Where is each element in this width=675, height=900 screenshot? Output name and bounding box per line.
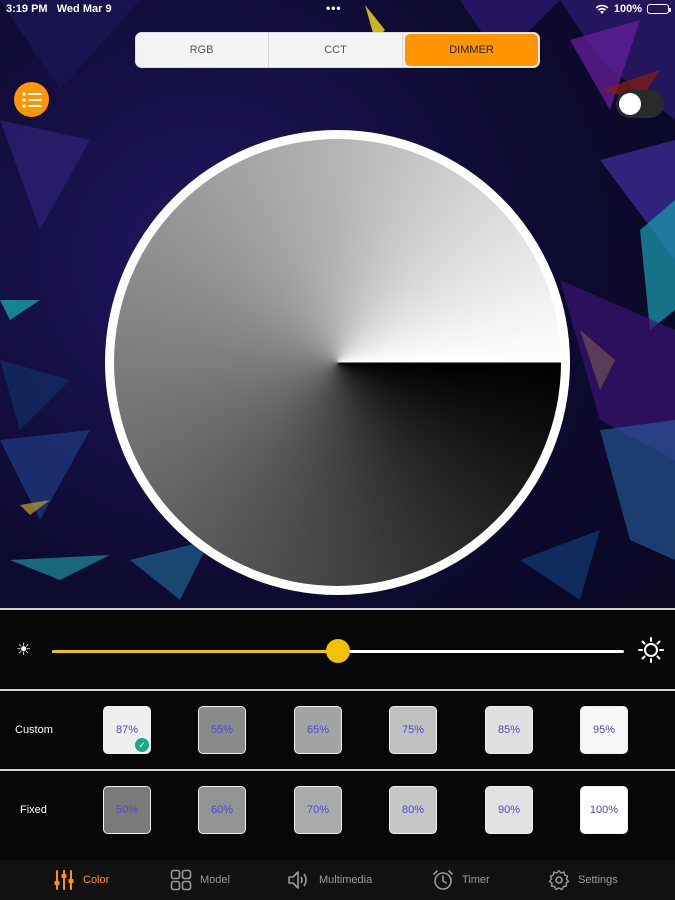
custom-swatch-6[interactable]: 95% — [580, 706, 628, 754]
sliders-icon — [54, 870, 74, 890]
swatch-label: 80% — [401, 804, 425, 816]
status-time: 3:19 PM Wed Mar 9 — [6, 3, 112, 15]
list-icon — [21, 91, 42, 108]
fixed-swatch-100[interactable]: 100% — [580, 786, 628, 834]
brightness-low-icon: ☀ — [16, 640, 32, 659]
swatch-label: 65% — [306, 724, 330, 736]
custom-swatch-3[interactable]: 65% — [294, 706, 342, 754]
custom-row-label: Custom — [15, 724, 53, 736]
swatch-label: 95% — [592, 724, 616, 736]
dimmer-wheel-ring — [105, 130, 570, 595]
divider-slider — [0, 689, 675, 691]
power-toggle[interactable] — [616, 90, 664, 118]
brightness-slider-thumb[interactable] — [326, 639, 350, 663]
tab-cct[interactable]: CCT — [269, 32, 403, 68]
swatch-label: 50% — [115, 804, 139, 816]
tab-color-label: Color — [83, 874, 110, 886]
fixed-swatch-80[interactable]: 80% — [389, 786, 437, 834]
custom-swatch-4[interactable]: 75% — [389, 706, 437, 754]
status-right: 100% — [595, 3, 671, 15]
battery-icon — [647, 4, 671, 14]
tab-model-label: Model — [200, 874, 230, 886]
fixed-swatch-70[interactable]: 70% — [294, 786, 342, 834]
swatch-label: 85% — [497, 724, 521, 736]
speaker-icon — [288, 871, 307, 889]
tab-settings-label: Settings — [578, 874, 618, 886]
dimmer-wheel[interactable] — [114, 139, 561, 586]
swatch-label: 87% — [115, 724, 139, 736]
mode-segmented-control: RGB CCT DIMMER — [135, 32, 540, 68]
tab-color[interactable]: Color — [53, 860, 109, 900]
tab-rgb[interactable]: RGB — [135, 32, 269, 68]
brightness-slider-fill — [52, 650, 338, 653]
grid-icon — [170, 869, 192, 891]
status-bar: 3:19 PM Wed Mar 9 ••• 100% — [0, 0, 675, 18]
fixed-swatch-90[interactable]: 90% — [485, 786, 533, 834]
fixed-swatch-60[interactable]: 60% — [198, 786, 246, 834]
multitasking-dots[interactable]: ••• — [326, 1, 342, 15]
status-clock: 3:19 PM — [6, 3, 48, 15]
divider-rows — [0, 769, 675, 771]
swatch-label: 75% — [401, 724, 425, 736]
tab-timer-label: Timer — [462, 874, 490, 886]
tab-settings[interactable]: Settings — [548, 860, 618, 900]
brightness-high-icon — [638, 637, 664, 663]
toggle-knob — [619, 93, 641, 115]
swatch-label: 55% — [210, 724, 234, 736]
swatch-label: 90% — [497, 804, 521, 816]
battery-percent: 100% — [613, 3, 642, 15]
swatch-label: 100% — [589, 804, 619, 816]
check-icon: ✓ — [135, 738, 149, 752]
tab-multimedia[interactable]: Multimedia — [287, 860, 372, 900]
divider-top — [0, 608, 675, 610]
status-date: Wed Mar 9 — [56, 3, 112, 15]
tab-multimedia-label: Multimedia — [319, 874, 373, 886]
swatch-label: 70% — [306, 804, 330, 816]
tab-model[interactable]: Model — [170, 860, 230, 900]
custom-swatch-2[interactable]: 55% — [198, 706, 246, 754]
fixed-swatch-50[interactable]: 50% — [103, 786, 151, 834]
swatch-label: 60% — [210, 804, 234, 816]
custom-swatch-1[interactable]: 87% ✓ — [103, 706, 151, 754]
fixed-row-label: Fixed — [20, 804, 47, 816]
wifi-icon — [595, 4, 609, 14]
alarm-clock-icon — [433, 870, 453, 890]
tab-timer[interactable]: Timer — [432, 860, 490, 900]
bottom-tab-bar: Color Model Multimedia Timer Settings — [0, 860, 675, 900]
menu-button[interactable] — [14, 82, 49, 117]
gear-icon — [548, 869, 570, 891]
tab-dimmer[interactable]: DIMMER — [405, 34, 538, 66]
custom-swatch-5[interactable]: 85% — [485, 706, 533, 754]
